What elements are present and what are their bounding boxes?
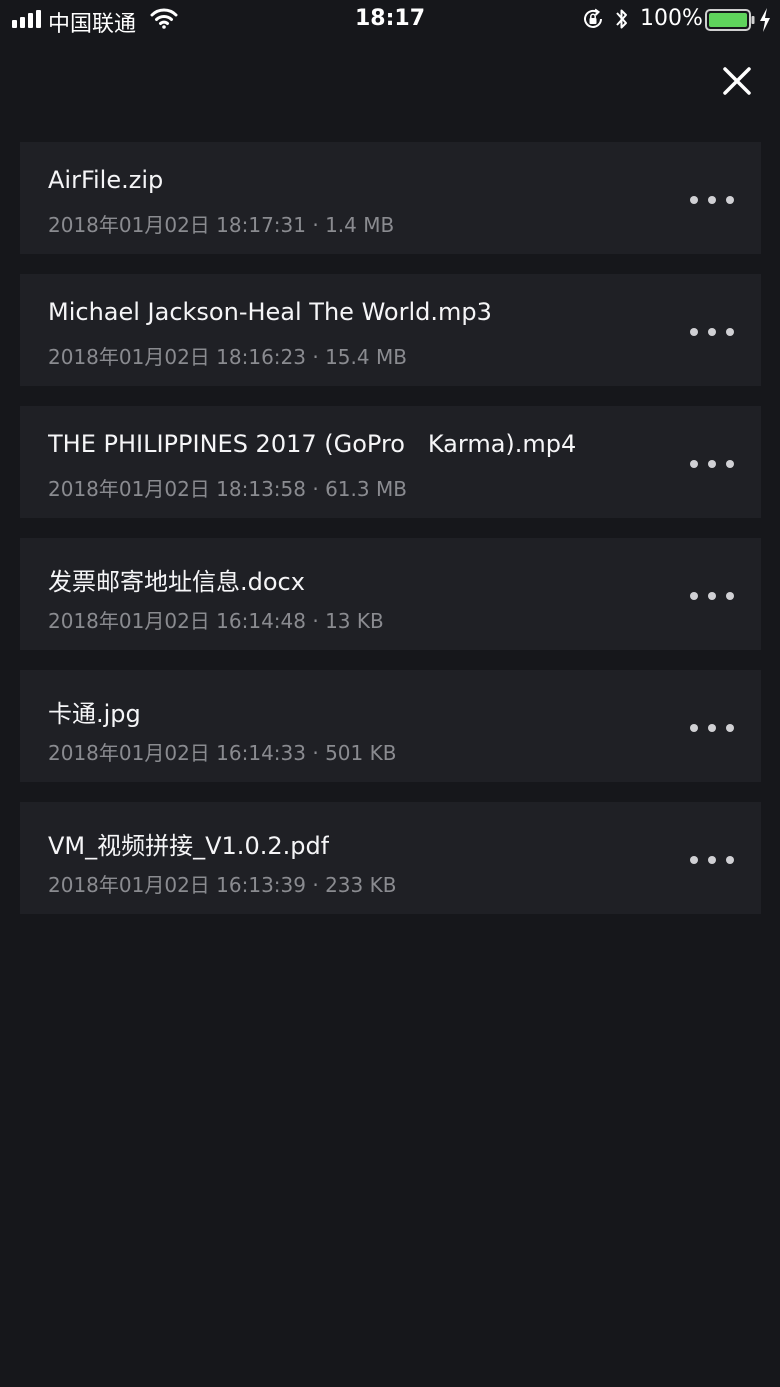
more-horizontal-icon	[690, 724, 734, 732]
file-item[interactable]: THE PHILIPPINES 2017 (GoPro Karma).mp4 2…	[20, 406, 761, 518]
meta-separator: ·	[305, 741, 326, 765]
file-meta: 2018年01月02日 18:17:31 · 1.4 MB	[48, 209, 394, 238]
wifi-icon	[150, 8, 178, 29]
carrier-name: 中国联通	[48, 12, 137, 37]
file-item[interactable]: 发票邮寄地址信息.docx 2018年01月02日 16:14:48 · 13 …	[20, 538, 761, 650]
more-options-button[interactable]	[680, 842, 744, 878]
file-meta: 2018年01月02日 16:14:33 · 501 KB	[48, 737, 396, 766]
file-item[interactable]: AirFile.zip 2018年01月02日 18:17:31 · 1.4 M…	[20, 142, 761, 254]
more-horizontal-icon	[690, 196, 734, 204]
meta-separator: ·	[305, 345, 326, 369]
file-meta: 2018年01月02日 16:14:48 · 13 KB	[48, 605, 384, 634]
file-name: Michael Jackson-Heal The World.mp3	[48, 298, 492, 326]
close-button[interactable]	[714, 58, 760, 104]
battery-icon	[705, 9, 755, 31]
file-size: 15.4 MB	[325, 345, 407, 369]
file-list: AirFile.zip 2018年01月02日 18:17:31 · 1.4 M…	[20, 142, 761, 934]
more-options-button[interactable]	[680, 710, 744, 746]
meta-separator: ·	[305, 477, 326, 501]
meta-separator: ·	[305, 873, 326, 897]
file-date: 2018年01月02日 16:13:39	[48, 873, 306, 897]
battery-percent: 100%	[640, 6, 703, 31]
more-horizontal-icon	[690, 460, 734, 468]
file-name: THE PHILIPPINES 2017 (GoPro Karma).mp4	[48, 430, 577, 458]
file-date: 2018年01月02日 18:16:23	[48, 345, 306, 369]
more-horizontal-icon	[690, 328, 734, 336]
file-date: 2018年01月02日 16:14:48	[48, 609, 306, 633]
file-item[interactable]: 卡通.jpg 2018年01月02日 16:14:33 · 501 KB	[20, 670, 761, 782]
more-options-button[interactable]	[680, 314, 744, 350]
close-icon	[723, 67, 751, 95]
file-size: 61.3 MB	[325, 477, 407, 501]
file-date: 2018年01月02日 18:13:58	[48, 477, 306, 501]
file-item[interactable]: VM_视频拼接_V1.0.2.pdf 2018年01月02日 16:13:39 …	[20, 802, 761, 914]
more-options-button[interactable]	[680, 446, 744, 482]
more-horizontal-icon	[690, 592, 734, 600]
file-name: VM_视频拼接_V1.0.2.pdf	[48, 832, 330, 860]
file-meta: 2018年01月02日 18:16:23 · 15.4 MB	[48, 341, 407, 370]
file-item[interactable]: Michael Jackson-Heal The World.mp3 2018年…	[20, 274, 761, 386]
rotation-lock-icon	[584, 8, 602, 28]
file-size: 13 KB	[325, 609, 384, 633]
file-meta: 2018年01月02日 18:13:58 · 61.3 MB	[48, 473, 407, 502]
meta-separator: ·	[305, 213, 326, 237]
meta-separator: ·	[305, 609, 326, 633]
file-size: 501 KB	[325, 741, 397, 765]
file-size: 233 KB	[325, 873, 397, 897]
signal-strength-icon	[12, 10, 41, 28]
status-bar: 中国联通 18:17 100%	[0, 0, 780, 40]
file-meta: 2018年01月02日 16:13:39 · 233 KB	[48, 869, 396, 898]
file-date: 2018年01月02日 16:14:33	[48, 741, 306, 765]
file-name: 卡通.jpg	[48, 700, 141, 728]
file-size: 1.4 MB	[325, 213, 395, 237]
file-name: AirFile.zip	[48, 166, 164, 194]
file-date: 2018年01月02日 18:17:31	[48, 213, 306, 237]
more-horizontal-icon	[690, 856, 734, 864]
more-options-button[interactable]	[680, 182, 744, 218]
charging-bolt-icon	[760, 8, 770, 32]
file-name: 发票邮寄地址信息.docx	[48, 568, 305, 596]
bluetooth-icon	[616, 9, 627, 29]
more-options-button[interactable]	[680, 578, 744, 614]
